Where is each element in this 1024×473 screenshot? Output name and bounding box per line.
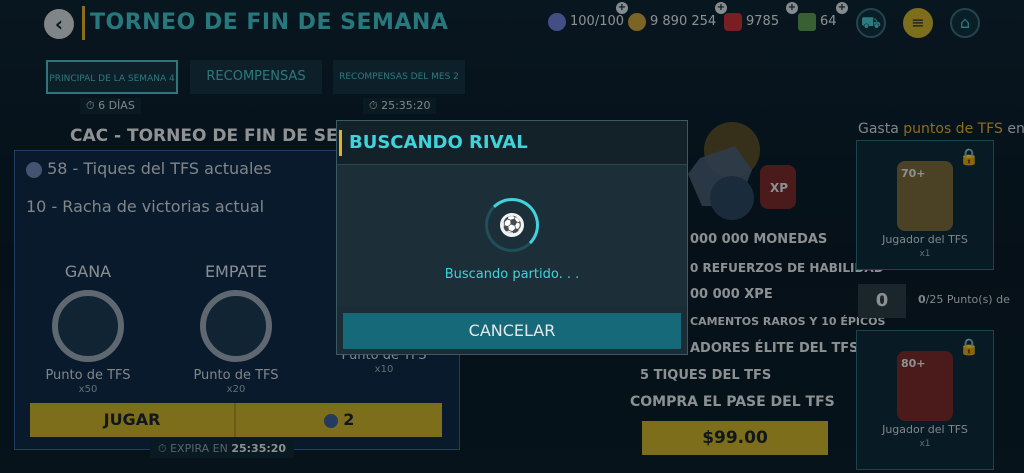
dialog-title: BUSCANDO RIVAL xyxy=(349,132,528,153)
dialog-accent xyxy=(339,130,342,156)
dialog-body: ⚽ Buscando partido. . . xyxy=(337,166,687,306)
searching-dialog: BUSCANDO RIVAL ⚽ Buscando partido. . . C… xyxy=(336,120,688,355)
loading-spinner-icon: ⚽ xyxy=(485,198,539,252)
cancel-button[interactable]: CANCELAR xyxy=(343,313,681,349)
searching-status: Buscando partido. . . xyxy=(444,267,580,282)
dialog-header: BUSCANDO RIVAL xyxy=(337,121,687,165)
soccer-ball-icon: ⚽ xyxy=(500,213,524,237)
